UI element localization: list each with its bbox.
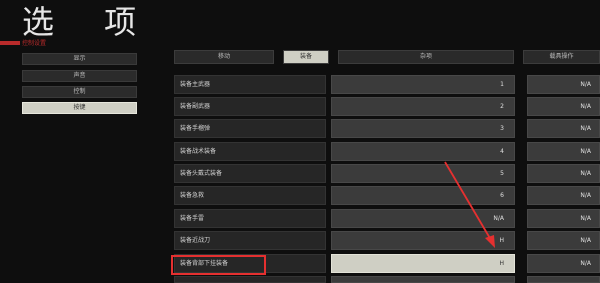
sidebar-item-sound[interactable]: 声音 [22, 70, 137, 82]
keybind-primary-selected[interactable]: H [331, 254, 515, 273]
tab-label: 载具操作 [549, 53, 574, 60]
row-label: 装备头戴式装备 [174, 164, 326, 183]
keybind-secondary[interactable]: N/A [527, 231, 600, 250]
sidebar-item-label: 控制 [73, 88, 86, 95]
annotation-arrow-icon [444, 161, 495, 248]
row-label: 装备手雷 [174, 209, 326, 228]
keybind-primary[interactable]: 4 [331, 142, 515, 161]
keybind-primary[interactable] [331, 276, 515, 283]
row-label: 装备急救 [174, 186, 326, 205]
tab-label: 移动 [217, 53, 230, 60]
row-label: 装备手榴弹 [174, 119, 326, 138]
page-subtitle: 控制设置 [22, 40, 47, 47]
keybind-secondary[interactable]: N/A [527, 254, 600, 273]
keybind-secondary[interactable]: N/A [527, 97, 600, 116]
keybind-secondary[interactable]: N/A [527, 209, 600, 228]
row-label: 装备战术装备 [174, 142, 326, 161]
tab-equipment[interactable]: 装备 [283, 50, 329, 64]
tab-movement[interactable]: 移动 [174, 50, 274, 64]
row-label: 装备近战刀 [174, 231, 326, 250]
sidebar-item-label: 显示 [73, 55, 86, 62]
keybind-primary[interactable]: 1 [331, 75, 515, 94]
title-accent-bar [0, 41, 20, 45]
tab-label: 杂项 [419, 53, 432, 60]
row-label: 装备副武器 [174, 97, 326, 116]
tab-misc[interactable]: 杂项 [338, 50, 514, 64]
page-title: 选 项 [22, 3, 157, 41]
sidebar-item-display[interactable]: 显示 [22, 53, 137, 65]
keybind-secondary[interactable]: N/A [527, 142, 600, 161]
tab-label: 装备 [299, 53, 312, 60]
sidebar-item-label: 按键 [73, 104, 86, 111]
sidebar-item-label: 声音 [73, 72, 86, 79]
annotation-highlight-box [171, 255, 266, 275]
keybind-secondary[interactable] [527, 276, 600, 283]
keybind-secondary[interactable]: N/A [527, 75, 600, 94]
tab-vehicle[interactable]: 载具操作 [523, 50, 600, 64]
keybind-secondary[interactable]: N/A [527, 186, 600, 205]
keybind-secondary[interactable]: N/A [527, 164, 600, 183]
sidebar-item-keybinds[interactable]: 按键 [22, 102, 137, 114]
sidebar-item-controls[interactable]: 控制 [22, 86, 137, 98]
keybind-secondary[interactable]: N/A [527, 119, 600, 138]
row-label [174, 276, 326, 283]
row-label: 装备主武器 [174, 75, 326, 94]
keybind-primary[interactable]: 3 [331, 119, 515, 138]
keybind-primary[interactable]: 2 [331, 97, 515, 116]
